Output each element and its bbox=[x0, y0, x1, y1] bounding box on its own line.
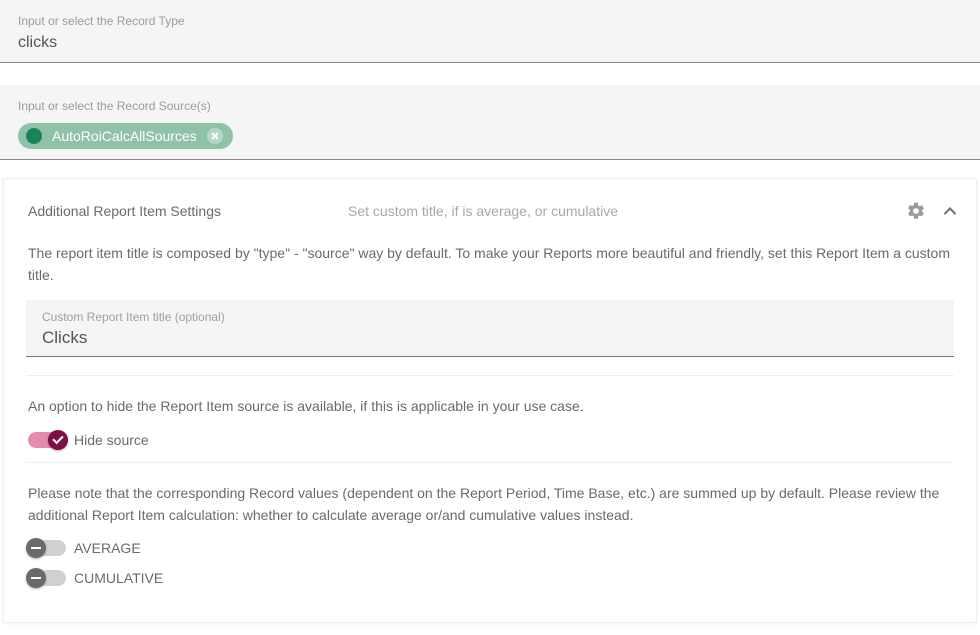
check-icon bbox=[52, 433, 63, 444]
hide-source-toggle[interactable] bbox=[28, 432, 66, 448]
record-source-label: Input or select the Record Source(s) bbox=[18, 99, 962, 113]
hide-source-label: Hide source bbox=[74, 432, 149, 448]
record-type-label: Input or select the Record Type bbox=[18, 14, 962, 28]
chip-dot-icon bbox=[26, 128, 42, 144]
custom-title-value: Clicks bbox=[42, 328, 938, 348]
record-type-value: clicks bbox=[18, 34, 962, 52]
calc-description: Please note that the corresponding Recor… bbox=[4, 483, 976, 526]
cumulative-label: CUMULATIVE bbox=[74, 570, 163, 586]
average-label: AVERAGE bbox=[74, 540, 141, 556]
average-toggle[interactable] bbox=[28, 540, 66, 556]
divider bbox=[26, 375, 954, 376]
cumulative-toggle[interactable] bbox=[28, 570, 66, 586]
spacer bbox=[0, 63, 980, 85]
toggle-knob-icon bbox=[26, 538, 46, 558]
record-type-field[interactable]: Input or select the Record Type clicks bbox=[0, 0, 980, 63]
card-title: Additional Report Item Settings bbox=[28, 203, 348, 219]
chevron-up-icon[interactable] bbox=[940, 201, 960, 221]
additional-settings-card: Additional Report Item Settings Set cust… bbox=[3, 178, 977, 623]
chip-text: AutoRoiCalcAllSources bbox=[52, 128, 197, 144]
custom-title-label: Custom Report Item title (optional) bbox=[42, 310, 938, 324]
custom-title-field[interactable]: Custom Report Item title (optional) Clic… bbox=[26, 300, 954, 357]
record-source-field[interactable]: Input or select the Record Source(s) Aut… bbox=[0, 85, 980, 160]
hide-source-description: An option to hide the Report Item source… bbox=[4, 396, 976, 418]
toggle-knob-icon bbox=[48, 430, 68, 450]
card-header[interactable]: Additional Report Item Settings Set cust… bbox=[4, 179, 976, 243]
chip-remove-icon[interactable] bbox=[207, 128, 223, 144]
card-subtitle: Set custom title, if is average, or cumu… bbox=[348, 203, 906, 219]
divider bbox=[26, 462, 954, 463]
custom-title-description: The report item title is composed by "ty… bbox=[4, 243, 976, 286]
source-chip[interactable]: AutoRoiCalcAllSources bbox=[18, 123, 233, 149]
toggle-knob-icon bbox=[26, 568, 46, 588]
gear-icon[interactable] bbox=[906, 201, 926, 221]
dash-icon bbox=[31, 577, 41, 579]
dash-icon bbox=[31, 547, 41, 549]
